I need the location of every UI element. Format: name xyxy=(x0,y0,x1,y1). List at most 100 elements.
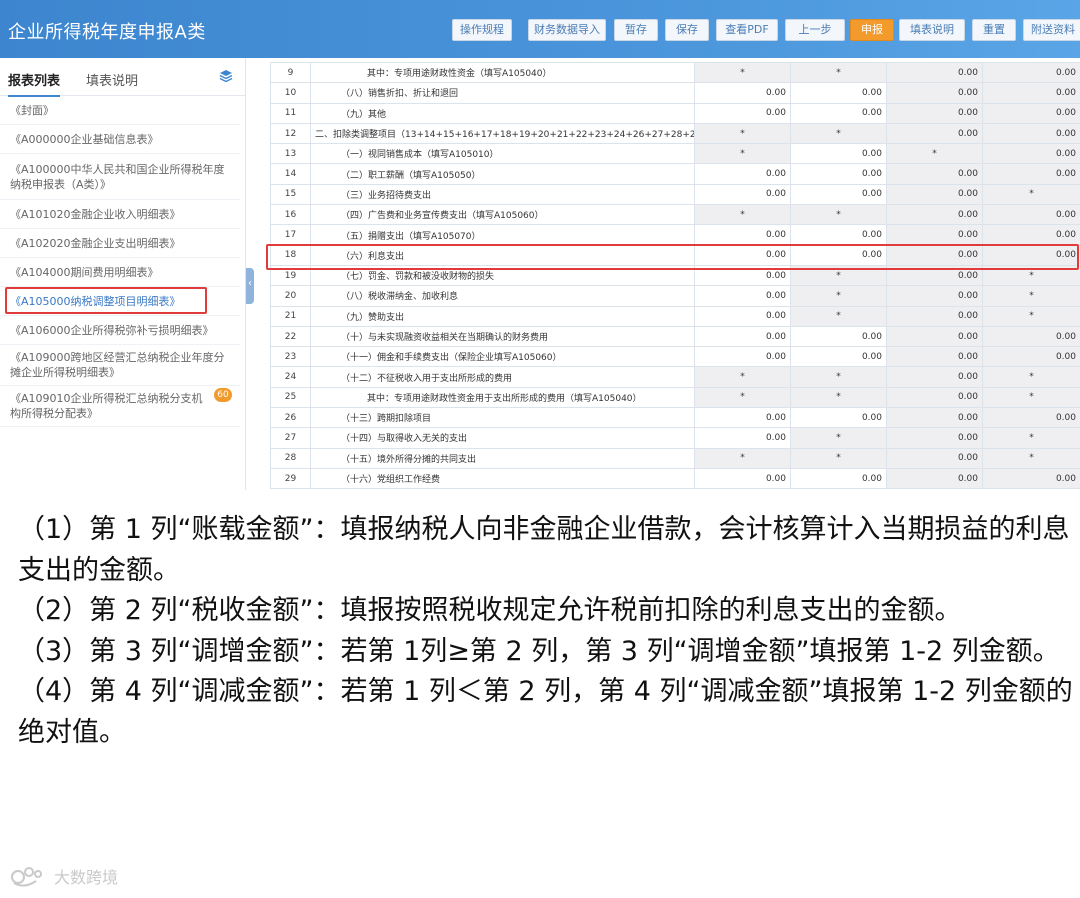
amount-cell-col2[interactable]: 0.00 xyxy=(790,407,887,429)
view-pdf-button[interactable]: 查看PDF xyxy=(716,19,778,41)
sidebar-report-item[interactable]: 《A104000期间费用明细表》 xyxy=(0,258,240,287)
amount-cell-col4[interactable]: 0.00 xyxy=(982,407,1080,429)
amount-cell-col3[interactable]: 0.00 xyxy=(886,305,983,327)
amount-cell-col3[interactable]: 0.00 xyxy=(886,325,983,348)
amount-cell-col4: * xyxy=(982,366,1080,388)
sidebar: 报表列表 填表说明 《封面》《A000000企业基础信息表》 《A100000中华… xyxy=(0,58,246,490)
amount-cell-col1[interactable]: 0.00 xyxy=(694,325,791,348)
amount-cell-col3[interactable]: 0.00 xyxy=(886,407,983,429)
amount-cell-col3[interactable]: 0.00 xyxy=(886,62,983,84)
amount-cell-col1[interactable]: 0.00 xyxy=(694,244,791,266)
amount-cell-col2: * xyxy=(790,305,887,327)
amount-cell-col4[interactable]: 0.00 xyxy=(982,325,1080,348)
sidebar-collapse-handle[interactable] xyxy=(246,268,254,304)
amount-cell-col4[interactable]: 0.00 xyxy=(982,102,1080,124)
amount-cell-col2[interactable]: 0.00 xyxy=(790,346,887,368)
amount-cell-col1[interactable]: 0.00 xyxy=(694,102,791,124)
amount-cell-col1[interactable]: 0.00 xyxy=(694,305,791,327)
amount-cell-col1[interactable]: 0.00 xyxy=(694,183,791,206)
amount-cell-col4[interactable]: 0.00 xyxy=(982,62,1080,84)
brand-logo-icon xyxy=(11,867,42,887)
amount-cell-col1[interactable]: 0.00 xyxy=(694,346,791,368)
amount-cell-col3[interactable]: 0.00 xyxy=(886,102,983,124)
amount-cell-col3[interactable]: 0.00 xyxy=(886,163,983,185)
amount-cell-col3[interactable]: 0.00 xyxy=(886,224,983,246)
amount-cell-col1[interactable]: 0.00 xyxy=(694,285,791,307)
amount-cell-col4[interactable]: 0.00 xyxy=(982,143,1080,165)
row-number: 21 xyxy=(270,305,311,327)
amount-cell-col3[interactable]: 0.00 xyxy=(886,264,983,287)
amount-cell-col3[interactable]: 0.00 xyxy=(886,285,983,307)
amount-cell-col2[interactable]: 0.00 xyxy=(790,163,887,185)
sidebar-report-item[interactable]: 《A109010企业所得税汇总纳税分支机构所得税分配表》 60 xyxy=(0,386,240,427)
temp-save-button[interactable]: 暂存 xyxy=(614,19,658,41)
amount-cell-col3[interactable]: 0.00 xyxy=(886,346,983,368)
amount-cell-col3[interactable]: 0.00 xyxy=(886,427,983,449)
amount-cell-col4[interactable]: 0.00 xyxy=(982,346,1080,368)
submit-button[interactable]: 申报 xyxy=(850,19,894,41)
table-row: 27 （十四）与取得收入无关的支出 0.00 * 0.00 * xyxy=(270,427,1080,449)
amount-cell-col2[interactable]: 0.00 xyxy=(790,467,887,490)
amount-cell-col3[interactable]: 0.00 xyxy=(886,122,983,145)
amount-cell-col4[interactable]: 0.00 xyxy=(982,204,1080,226)
amount-cell-col4[interactable]: 0.00 xyxy=(982,467,1080,490)
import-button[interactable]: 财务数据导入 xyxy=(528,19,606,41)
amount-cell-col2[interactable]: 0.00 xyxy=(790,183,887,206)
amount-cell-col3[interactable]: 0.00 xyxy=(886,183,983,206)
table-row: 11 （九）其他 0.00 0.00 0.00 0.00 xyxy=(270,102,1080,124)
amount-cell-col3[interactable]: 0.00 xyxy=(886,204,983,226)
amount-cell-col1[interactable]: 0.00 xyxy=(694,427,791,449)
amount-cell-col1[interactable]: 0.00 xyxy=(694,264,791,287)
layers-icon[interactable] xyxy=(219,69,233,83)
row-number: 25 xyxy=(270,386,311,409)
prev-step-button[interactable]: 上一步 xyxy=(785,19,845,41)
tab-fill-instructions[interactable]: 填表说明 xyxy=(86,70,138,89)
amount-cell-col4[interactable]: 0.00 xyxy=(982,122,1080,145)
amount-cell-col4[interactable]: 0.00 xyxy=(982,163,1080,185)
amount-cell-col1[interactable]: 0.00 xyxy=(694,163,791,185)
amount-cell-col2[interactable]: 0.00 xyxy=(790,224,887,246)
amount-cell-col1: * xyxy=(694,204,791,226)
amount-cell-col1[interactable]: 0.00 xyxy=(694,467,791,490)
sidebar-report-item[interactable]: 《A105000纳税调整项目明细表》 xyxy=(0,287,240,316)
sidebar-report-item[interactable]: 《A100000中华人民共和国企业所得税年度纳税申报表（A类）》 xyxy=(0,154,240,200)
amount-cell-col2[interactable]: 0.00 xyxy=(790,102,887,124)
sidebar-item-label: 《封面》 xyxy=(10,103,54,117)
amount-cell-col2[interactable]: 0.00 xyxy=(790,82,887,104)
sidebar-report-item[interactable]: 《封面》 xyxy=(0,96,240,125)
sidebar-item-label: 《A102020金融企业支出明细表》 xyxy=(10,236,181,250)
sidebar-report-item[interactable]: 《A101020金融企业收入明细表》 xyxy=(0,200,240,229)
amount-cell-col3[interactable]: 0.00 xyxy=(886,447,983,469)
amount-cell-col1[interactable]: 0.00 xyxy=(694,407,791,429)
amount-cell-col2[interactable]: 0.00 xyxy=(790,325,887,348)
amount-cell-col2[interactable]: 0.00 xyxy=(790,244,887,266)
amount-cell-col4[interactable]: 0.00 xyxy=(982,224,1080,246)
sidebar-report-item[interactable]: 《A102020金融企业支出明细表》 xyxy=(0,229,240,258)
rules-button[interactable]: 操作规程 xyxy=(452,19,512,41)
amount-cell-col3[interactable]: 0.00 xyxy=(886,244,983,266)
row-item-name: （九）赞助支出 xyxy=(310,305,695,327)
row-item-name: （七）罚金、罚款和被没收财物的损失 xyxy=(310,264,695,287)
adjustment-table-container[interactable]: 9 其中：专项用途财政性资金（填写A105040） * * 0.00 0.00 10 （八）销… xyxy=(270,62,1080,490)
table-row: 21 （九）赞助支出 0.00 * 0.00 * xyxy=(270,305,1080,327)
sidebar-report-item[interactable]: 《A000000企业基础信息表》 xyxy=(0,125,240,154)
amount-cell-col3[interactable]: 0.00 xyxy=(886,386,983,409)
amount-cell-col2[interactable]: 0.00 xyxy=(790,143,887,165)
tab-report-list[interactable]: 报表列表 xyxy=(8,70,61,97)
amount-cell-col1[interactable]: 0.00 xyxy=(694,224,791,246)
amount-cell-col1[interactable]: 0.00 xyxy=(694,82,791,104)
instructions-button[interactable]: 填表说明 xyxy=(899,19,965,41)
sidebar-report-item[interactable]: 《A109000跨地区经营汇总纳税企业年度分摊企业所得税明细表》 xyxy=(0,345,240,386)
amount-cell-col2: * xyxy=(790,427,887,449)
amount-cell-col3[interactable]: 0.00 xyxy=(886,366,983,388)
sidebar-report-item[interactable]: 《A106000企业所得税弥补亏损明细表》 xyxy=(0,316,240,345)
amount-cell-col3[interactable]: 0.00 xyxy=(886,467,983,490)
attachments-button[interactable]: 附送资料 xyxy=(1023,19,1080,41)
sidebar-item-label: 《A104000期间费用明细表》 xyxy=(10,265,159,279)
reset-button[interactable]: 重置 xyxy=(972,19,1016,41)
row-item-name: （十二）不征税收入用于支出所形成的费用 xyxy=(310,366,695,388)
save-button[interactable]: 保存 xyxy=(665,19,709,41)
amount-cell-col4[interactable]: 0.00 xyxy=(982,244,1080,266)
amount-cell-col4[interactable]: 0.00 xyxy=(982,82,1080,104)
amount-cell-col3[interactable]: 0.00 xyxy=(886,82,983,104)
